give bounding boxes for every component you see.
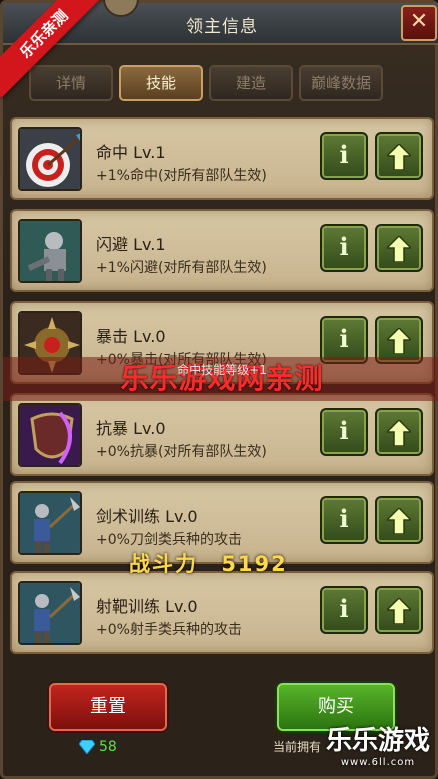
owned-text: 当前拥有 bbox=[273, 740, 322, 754]
combat-power-label: 战斗力 bbox=[129, 552, 198, 576]
skill-info-button[interactable]: i bbox=[320, 496, 368, 544]
skill-upgrade-button[interactable] bbox=[375, 408, 423, 456]
lord-info-window: 领主信息 ✕ 乐乐亲测 详情 技能 建造 巅峰数据 命中 Lv.1 +1%命中(… bbox=[0, 0, 438, 779]
swordsman-icon bbox=[18, 491, 82, 555]
info-icon: i bbox=[339, 324, 349, 353]
target-arrows-icon bbox=[18, 127, 82, 191]
skill-name: 剑术训练 Lv.0 bbox=[96, 507, 198, 526]
skill-upgrade-button[interactable] bbox=[375, 224, 423, 272]
skill-upgrade-button[interactable] bbox=[375, 132, 423, 180]
close-button[interactable]: ✕ bbox=[401, 5, 437, 41]
info-icon: i bbox=[339, 140, 349, 169]
arrow-up-icon bbox=[385, 234, 413, 263]
arrow-up-icon bbox=[385, 506, 413, 535]
skill-card: 射靶训练 Lv.0 +0%射手类兵种的攻击 i bbox=[10, 571, 434, 654]
info-icon: i bbox=[339, 416, 349, 445]
skill-upgrade-button[interactable] bbox=[375, 586, 423, 634]
level-up-tip: 命中技能等级+1 bbox=[177, 363, 267, 377]
skill-description: +0%抗暴(对所有部队生效) bbox=[96, 444, 267, 460]
info-icon: i bbox=[339, 504, 349, 533]
skill-description: +0%刀剑类兵种的攻击 bbox=[96, 532, 242, 548]
site-logo: 乐乐游戏 www.6ll.com bbox=[323, 720, 433, 768]
skill-info-button[interactable]: i bbox=[320, 224, 368, 272]
skill-info-button[interactable]: i bbox=[320, 132, 368, 180]
tab-skills[interactable]: 技能 bbox=[119, 65, 203, 101]
arrow-up-icon bbox=[385, 596, 413, 625]
skill-description: +1%命中(对所有部队生效) bbox=[96, 168, 267, 184]
skill-description: +0%射手类兵种的攻击 bbox=[96, 622, 242, 638]
tab-peak-data[interactable]: 巅峰数据 bbox=[299, 65, 383, 101]
skill-info-button[interactable]: i bbox=[320, 408, 368, 456]
arrow-up-icon bbox=[385, 418, 413, 447]
close-icon: ✕ bbox=[409, 9, 429, 34]
tab-build[interactable]: 建造 bbox=[209, 65, 293, 101]
combat-power: 战斗力 5192 bbox=[129, 548, 288, 578]
gem-balance: 58 bbox=[79, 739, 117, 755]
tab-details[interactable]: 详情 bbox=[29, 65, 113, 101]
logo-site: www.6ll.com bbox=[340, 757, 416, 768]
info-icon: i bbox=[339, 232, 349, 261]
skill-upgrade-button[interactable] bbox=[375, 496, 423, 544]
skill-name: 暴击 Lv.0 bbox=[96, 327, 166, 346]
gem-count: 58 bbox=[99, 739, 117, 755]
skill-info-button[interactable]: i bbox=[320, 586, 368, 634]
reset-button[interactable]: 重置 bbox=[49, 683, 167, 731]
skill-name: 射靶训练 Lv.0 bbox=[96, 597, 198, 616]
arrow-up-icon bbox=[385, 326, 413, 355]
skill-card: 命中 Lv.1 +1%命中(对所有部队生效) i bbox=[10, 117, 434, 200]
skill-name: 闪避 Lv.1 bbox=[96, 235, 166, 254]
tab-bar: 详情 技能 建造 巅峰数据 bbox=[29, 65, 383, 101]
skill-description: +1%闪避(对所有部队生效) bbox=[96, 260, 267, 276]
skill-name: 抗暴 Lv.0 bbox=[96, 419, 166, 438]
archer-icon bbox=[18, 581, 82, 645]
skill-card: 闪避 Lv.1 +1%闪避(对所有部队生效) i bbox=[10, 209, 434, 292]
shield-resist-icon bbox=[18, 403, 82, 467]
skill-card: 抗暴 Lv.0 +0%抗暴(对所有部队生效) i bbox=[10, 393, 434, 476]
skill-name: 命中 Lv.1 bbox=[96, 143, 166, 162]
knight-dodge-icon bbox=[18, 219, 82, 283]
combat-power-value: 5192 bbox=[221, 552, 288, 576]
logo-text: 乐乐游戏 bbox=[325, 726, 430, 756]
info-icon: i bbox=[339, 594, 349, 623]
diamond-icon bbox=[79, 740, 95, 754]
arrow-up-icon bbox=[385, 142, 413, 171]
